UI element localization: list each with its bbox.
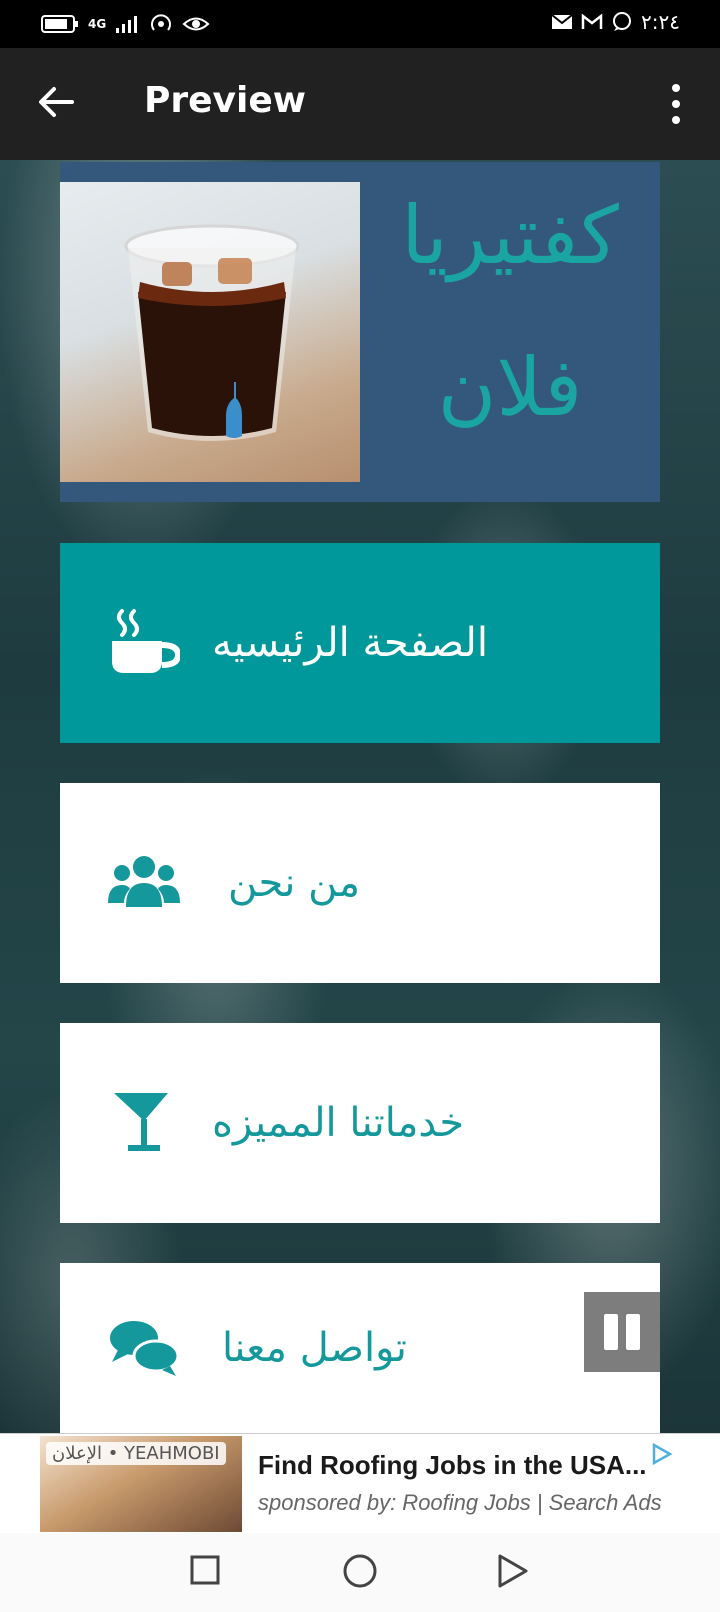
eye-icon (182, 17, 210, 31)
status-left-icons: 4G (40, 12, 210, 36)
chat-bubbles-icon (110, 1321, 180, 1376)
menu-label-contact: تواصل معنا (222, 1325, 407, 1371)
menu-button-home[interactable]: الصفحة الرئيسيه (60, 543, 660, 743)
brand-name: كفتيريا فلان (390, 160, 630, 464)
pause-icon (604, 1314, 640, 1350)
menu-button-contact[interactable]: تواصل معنا (60, 1263, 660, 1433)
users-group-icon (108, 856, 180, 907)
iced-coffee-cup-image (124, 224, 300, 441)
gmail-icon (581, 13, 603, 29)
menu-button-about[interactable]: من نحن (60, 783, 660, 983)
arrow-left-icon[interactable] (36, 82, 76, 122)
imo-icon (613, 12, 632, 31)
circle-home-icon[interactable] (342, 1553, 378, 1589)
ad-sponsored: sponsored by: Roofing Jobs | Search Ads (258, 1490, 662, 1515)
menu-label-about: من نحن (228, 860, 360, 906)
brand-line-1: كفتيريا (401, 189, 619, 282)
coffee-cup-icon (112, 609, 180, 673)
ad-tag: الإعلان • YEAHMOBI (46, 1442, 226, 1465)
menu-label-services: خدماتنا المميزه (212, 1100, 465, 1146)
network-type: 4G (88, 17, 107, 31)
status-right-icons: ٢:٢٤ (551, 10, 680, 34)
triangle-back-icon[interactable] (496, 1553, 530, 1589)
ad-headline[interactable]: Find Roofing Jobs in the USA... (258, 1450, 647, 1481)
hotspot-icon (151, 14, 172, 31)
clock: ٢:٢٤ (641, 10, 680, 34)
menu-button-services[interactable]: خدماتنا المميزه (60, 1023, 660, 1223)
system-nav-bar (0, 1533, 720, 1612)
square-recents-icon[interactable] (190, 1555, 220, 1585)
page-title: Preview (144, 80, 307, 121)
app-bar: Preview (0, 48, 720, 160)
adchoices-icon[interactable] (650, 1442, 674, 1466)
menu-label-home: الصفحة الرئيسيه (212, 620, 488, 666)
brand-line-2: فلان (437, 341, 583, 434)
ad-banner[interactable]: الإعلان • YEAHMOBI Find Roofing Jobs in … (0, 1433, 720, 1534)
battery-icon (41, 15, 78, 33)
cocktail-glass-icon (114, 1093, 168, 1151)
pause-button[interactable] (584, 1292, 660, 1372)
more-vert-icon[interactable] (668, 82, 684, 126)
mail-icon (551, 14, 573, 29)
signal-icon (116, 16, 138, 33)
status-bar: 4G ٢:٢٤ (0, 0, 720, 48)
